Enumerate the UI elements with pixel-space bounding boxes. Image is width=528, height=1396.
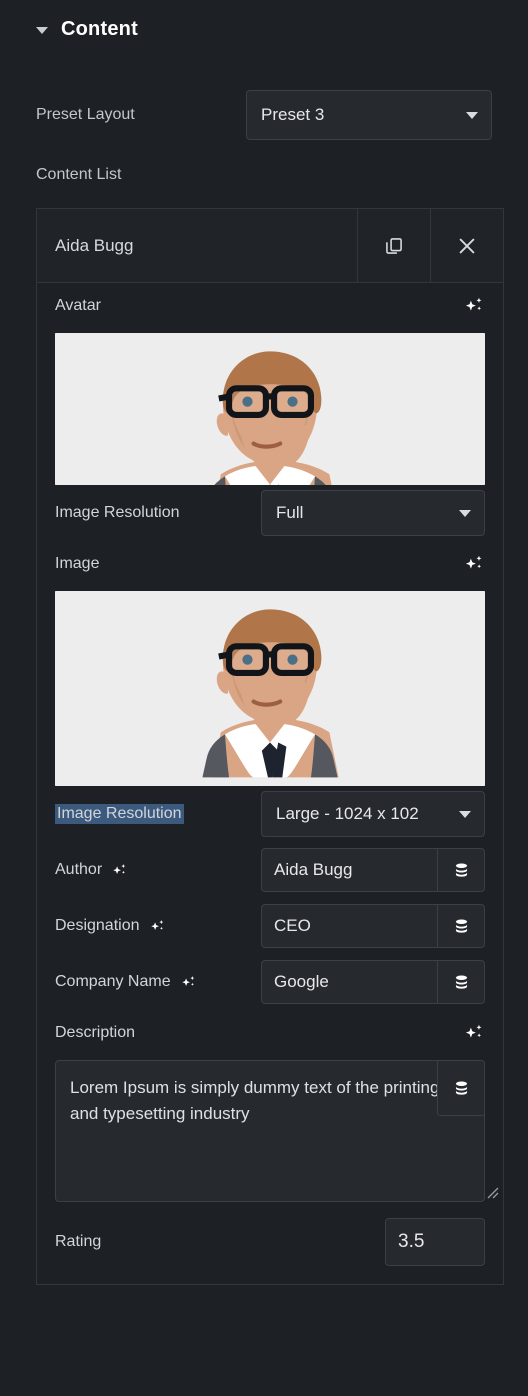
chevron-down-icon [459,510,471,517]
company-name-row: Company Name Google [37,954,503,1010]
sparkles-icon[interactable] [149,918,166,935]
preset-layout-row: Preset Layout Preset 3 [36,90,492,140]
avatar-row: Avatar [37,283,503,329]
author-row: Author Aida Bugg [37,842,503,898]
designation-label: Designation [55,917,140,934]
author-input[interactable]: Aida Bugg [261,848,437,892]
database-icon [455,919,467,933]
image-resolution-row: Image Resolution Large - 1024 x 102 [37,786,503,842]
avatar-resolution-value: Full [276,503,304,522]
database-icon [455,975,467,989]
image-row: Image [37,541,503,587]
section-header-content[interactable]: Content [0,0,528,58]
avatar-thumbnail[interactable] [55,333,485,485]
sparkles-icon[interactable] [111,862,128,879]
content-list-label: Content List [36,166,122,183]
preset-layout-select[interactable]: Preset 3 [246,90,492,140]
designation-input-group: CEO [261,904,485,948]
avatar-resolution-label: Image Resolution [55,504,180,521]
avatar-label: Avatar [55,297,101,314]
company-name-input-group: Google [261,960,485,1004]
description-label: Description [55,1024,136,1041]
company-name-dynamic-tag-button[interactable] [437,960,485,1004]
content-list-item: Aida Bugg Avatar Image Resolution Full I… [36,208,504,1285]
content-settings-panel: Content Preset Layout Preset 3 Content L… [0,0,528,1396]
sparkles-icon[interactable] [463,553,485,575]
image-resolution-select[interactable]: Large - 1024 x 102 [261,791,485,837]
description-block: Lorem Ipsum is simply dummy text of the … [37,1060,503,1202]
image-resolution-value: Large - 1024 x 102 [276,804,419,823]
chevron-down-icon [459,811,471,818]
duplicate-item-button[interactable] [357,209,430,282]
designation-row: Designation CEO [37,898,503,954]
designation-input[interactable]: CEO [261,904,437,948]
author-label-group: Author [55,861,128,879]
repeater-item-header[interactable]: Aida Bugg [37,209,503,283]
caret-down-icon [36,26,48,34]
preset-layout-label: Preset Layout [36,106,135,123]
copy-icon [386,237,402,254]
description-row: Description [37,1010,503,1056]
page-title: Content [61,17,138,40]
repeater-item-body: Avatar Image Resolution Full Image Image… [37,283,503,1284]
company-name-label: Company Name [55,973,171,990]
author-input-group: Aida Bugg [261,848,485,892]
company-name-label-group: Company Name [55,973,197,991]
chevron-down-icon [466,112,478,119]
author-dynamic-tag-button[interactable] [437,848,485,892]
sparkles-icon[interactable] [463,295,485,317]
designation-label-group: Designation [55,917,166,935]
company-name-input[interactable]: Google [261,960,437,1004]
avatar-resolution-row: Image Resolution Full [37,485,503,541]
rating-row: Rating 3.5 [37,1214,503,1270]
description-dynamic-tag-button[interactable] [437,1060,485,1116]
description-textarea[interactable]: Lorem Ipsum is simply dummy text of the … [55,1060,485,1202]
resize-handle-icon[interactable] [483,1183,499,1199]
rating-input[interactable]: 3.5 [385,1218,485,1266]
author-label: Author [55,861,103,878]
sparkles-icon[interactable] [180,974,197,991]
designation-dynamic-tag-button[interactable] [437,904,485,948]
database-icon [455,863,467,877]
rating-label: Rating [55,1233,102,1250]
content-image [55,591,485,786]
close-icon [459,238,475,253]
remove-item-button[interactable] [430,209,503,282]
image-thumbnail[interactable] [55,591,485,786]
avatar-resolution-select[interactable]: Full [261,490,485,536]
preset-layout-value: Preset 3 [261,105,325,124]
image-resolution-label: Image Resolution [55,804,184,824]
image-label: Image [55,555,100,572]
sparkles-icon[interactable] [463,1022,485,1044]
database-icon [455,1081,467,1095]
avatar-image [55,333,485,485]
repeater-item-title: Aida Bugg [55,235,134,255]
